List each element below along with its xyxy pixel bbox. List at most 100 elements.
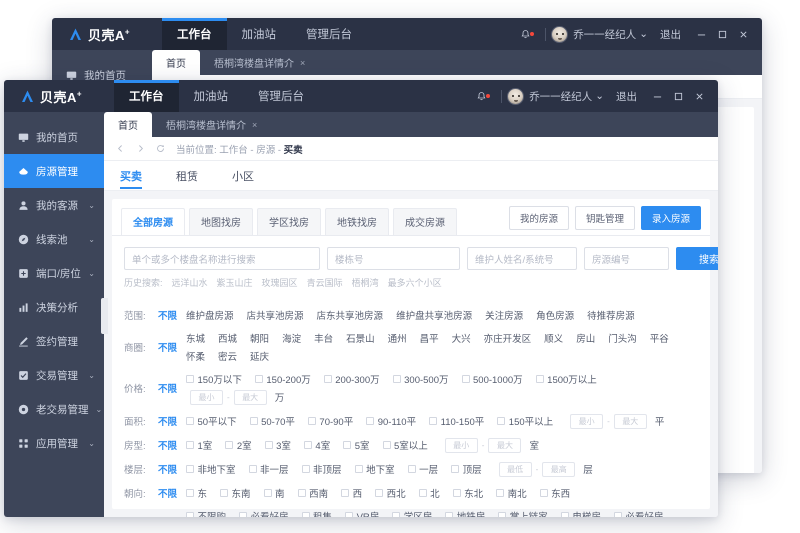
back-close-icon[interactable] [733,23,754,45]
checkbox[interactable] [366,417,374,425]
checkbox[interactable] [265,441,273,449]
page-tabstrip[interactable]: 首页 梧桐湾楼盘详情介 × [104,112,718,137]
filter-checkbox-option[interactable]: 70-90平 [308,414,353,428]
search-building-input[interactable]: 楼栋号 [327,247,460,270]
history-item[interactable]: 青云国际 [307,276,343,289]
filter-checkbox-option[interactable]: 110-150平 [429,414,484,428]
card-tab-school-district[interactable]: 学区找房 [257,208,321,235]
checkbox[interactable] [393,375,401,383]
tab-rent[interactable]: 租赁 [176,161,198,191]
filter-option[interactable]: 角色房源 [536,308,574,322]
back-logout-button[interactable]: 退出 [648,27,691,42]
checkbox[interactable] [429,417,437,425]
sidebar-resize-handle[interactable] [101,298,108,334]
back-minimize-icon[interactable] [691,23,712,45]
app-logo[interactable]: 贝壳A+ [4,80,114,112]
filter-checkbox-option[interactable]: 电梯房 [561,509,601,518]
filter-checkbox-option[interactable]: 南 [264,486,285,500]
history-item[interactable]: 梧桐湾 [352,276,379,289]
back-notification-bell-icon[interactable] [511,29,540,40]
filter-option[interactable]: 房山 [576,331,595,345]
checkbox[interactable] [302,465,310,473]
filter-checkbox-option[interactable]: 5室以上 [383,438,428,452]
filter-checkbox-option[interactable]: 必看好房 [239,509,289,518]
checkbox[interactable] [186,417,194,425]
checkbox[interactable] [324,375,332,383]
back-tab-close-icon[interactable]: × [300,58,305,68]
back-topnav-admin[interactable]: 管理后台 [291,18,367,50]
filter-checkbox-option[interactable]: 1室 [186,438,212,452]
sidebar-item-my-clients[interactable]: 我的客源 ⌄ [4,188,104,222]
card-tab-map-search[interactable]: 地图找房 [189,208,253,235]
filter-all-option[interactable]: 不限 [158,438,177,452]
checkbox[interactable] [408,465,416,473]
checkbox[interactable] [343,441,351,449]
filter-option[interactable]: 亦庄开发区 [484,331,532,345]
filter-checkbox-option[interactable]: 顶层 [451,462,482,476]
card-tab-bar[interactable]: 全部房源 地图找房 学区找房 地铁找房 成交房源 我的房源 钥匙管理 录入房源 [112,199,710,236]
checkbox[interactable] [341,489,349,497]
checkbox[interactable] [249,465,257,473]
filter-checkbox-option[interactable]: 150平以上 [497,414,553,428]
filter-checkbox-option[interactable]: 150万以下 [186,372,242,386]
filter-option[interactable]: 店共享池房源 [247,308,304,322]
sidebar-item-port-slot[interactable]: 端口/房位 ⌄ [4,256,104,290]
filter-checkbox-option[interactable]: 2室 [225,438,251,452]
filter-checkbox-option[interactable]: 4室 [304,438,330,452]
key-management-button[interactable]: 钥匙管理 [575,206,635,230]
search-keyword-input[interactable]: 单个或多个楼盘名称进行搜索 [124,247,320,270]
filter-all-option[interactable]: 不限 [158,340,177,354]
floor-max-input[interactable]: 最高 [542,462,575,477]
filter-option[interactable]: 昌平 [420,331,439,345]
filter-checkbox-option[interactable]: 地下室 [355,462,395,476]
filter-checkbox-option[interactable]: 3室 [265,438,291,452]
checkbox[interactable] [497,417,505,425]
filter-option[interactable]: 通州 [388,331,407,345]
refresh-icon[interactable] [156,144,165,153]
search-agent-input[interactable]: 维护人姓名/系统号 [467,247,577,270]
tab-close-icon[interactable]: × [252,120,257,130]
filter-option[interactable]: 门头沟 [608,331,637,345]
filter-checkbox-option[interactable]: 90-110平 [366,414,416,428]
checkbox[interactable] [462,375,470,383]
filter-checkbox-option[interactable]: 200-300万 [324,372,380,386]
filter-all-option[interactable]: 不限 [158,486,177,500]
filter-option[interactable]: 店东共享池房源 [317,308,384,322]
notification-bell-icon[interactable] [467,91,496,102]
filter-checkbox-option[interactable]: 500-1000万 [462,372,523,386]
filter-option[interactable]: 顺义 [544,331,563,345]
filter-checkbox-option[interactable]: 东西 [540,486,571,500]
arrow-right-icon[interactable] [136,144,145,153]
checkbox[interactable] [186,489,194,497]
back-topnav-gasstation[interactable]: 加油站 [227,18,292,50]
filter-checkbox-option[interactable]: 地铁房 [445,509,485,518]
filter-checkbox-option[interactable]: 租售 [302,509,333,518]
history-item[interactable]: 远洋山水 [172,276,208,289]
history-item[interactable]: 紫玉山庄 [217,276,253,289]
card-tab-all-listings[interactable]: 全部房源 [121,208,185,235]
filter-checkbox-option[interactable]: VR房 [345,509,379,518]
filter-option[interactable]: 东城 [186,331,205,345]
filter-checkbox-option[interactable]: 必看好房 [614,509,664,518]
floor-min-input[interactable]: 最低 [499,462,532,477]
checkbox[interactable] [345,512,353,518]
my-listings-button[interactable]: 我的房源 [509,206,569,230]
filter-option[interactable]: 维护盘共享池房源 [396,308,472,322]
user-name[interactable]: 乔一一经纪人⌄ [529,89,604,104]
card-tab-subway-search[interactable]: 地铁找房 [325,208,389,235]
filter-all-option[interactable]: 不限 [158,462,177,476]
checkbox[interactable] [614,512,622,518]
checkbox[interactable] [186,465,194,473]
tab-sale[interactable]: 买卖 [120,161,142,191]
filter-option[interactable]: 石景山 [346,331,375,345]
price-min-input[interactable]: 最小 [190,390,223,405]
checkbox[interactable] [498,512,506,518]
filter-checkbox-option[interactable]: 东 [186,486,207,500]
checkbox[interactable] [255,375,263,383]
back-window-controls[interactable] [691,23,754,45]
filter-all-option[interactable]: 不限 [158,381,177,395]
checkbox[interactable] [561,512,569,518]
sidebar-item-app-management[interactable]: 应用管理 ⌄ [4,426,104,460]
checkbox[interactable] [304,441,312,449]
filter-checkbox-option[interactable]: 150-200万 [255,372,311,386]
